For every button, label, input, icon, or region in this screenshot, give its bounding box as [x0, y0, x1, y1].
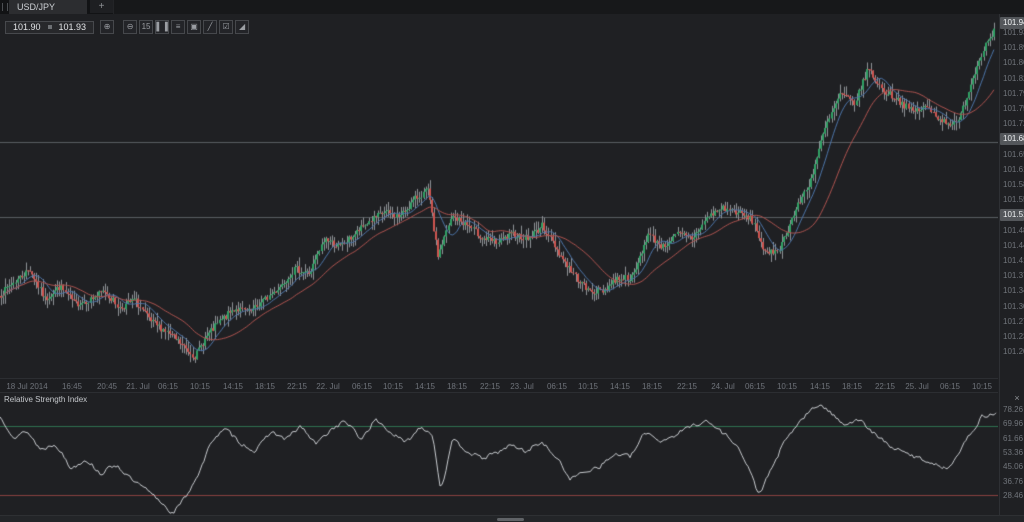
price-axis[interactable]: 101.94 101.93101.89101.86101.82101.79101… [999, 14, 1024, 515]
time-axis-label: 06:15 [352, 382, 372, 391]
price-axis-label: 101.58 [1003, 180, 1024, 190]
time-axis-label: 18:15 [447, 382, 467, 391]
trading-app-window: USD/JPY + 101.90 101.93 ⊕ ⊖ 15 ▌▐ ≡ [0, 0, 1024, 522]
time-axis-label: 06:15 [158, 382, 178, 391]
time-axis-label: 22:15 [480, 382, 500, 391]
time-axis-label: 22. Jul [316, 382, 340, 391]
time-axis-label: 20:45 [97, 382, 117, 391]
rsi-axis-label: 53.36 [1003, 448, 1023, 458]
time-axis-label: 23. Jul [510, 382, 534, 391]
price-axis-label: 101.44 [1003, 241, 1024, 251]
price-axis-label: 101.48 [1003, 226, 1024, 236]
plus-icon: + [99, 1, 105, 12]
time-axis-label: 10:15 [383, 382, 403, 391]
price-axis-label: 101.20 [1003, 347, 1024, 357]
toolbar-buttons: ⊕ ⊖ 15 ▌▐ ≡ ▣ ╱ ☑ ◢ [100, 20, 249, 34]
time-axis-label: 25. Jul [905, 382, 929, 391]
price-axis-label: 101.27 [1003, 317, 1024, 327]
price-axis-label: 101.93 [1003, 28, 1024, 38]
time-axis-label: 10:15 [190, 382, 210, 391]
timeframe-button[interactable]: 15 [139, 20, 153, 34]
price-axis-label: 101.75 [1003, 104, 1024, 114]
rsi-title: Relative Strength Index [4, 395, 87, 404]
rsi-axis-label: 61.66 [1003, 434, 1023, 444]
time-axis-label: 06:15 [547, 382, 567, 391]
time-axis-label: 16:45 [62, 382, 82, 391]
rsi-panel: Relative Strength Index [0, 392, 998, 516]
time-axis-label: 06:15 [745, 382, 765, 391]
price-axis-label: 101.79 [1003, 89, 1024, 99]
ask-price: 101.93 [59, 22, 87, 32]
screenshot-button[interactable]: ▣ [187, 20, 201, 34]
time-axis-label: 14:15 [810, 382, 830, 391]
time-axis-label: 18:15 [255, 382, 275, 391]
price-axis-label: 101.61 [1003, 165, 1024, 175]
tab-label: USD/JPY [17, 2, 55, 12]
tab-drag-grip-icon [2, 3, 8, 11]
time-axis-label: 22:15 [677, 382, 697, 391]
time-axis-label: 14:15 [223, 382, 243, 391]
price-axis-label: 101.68 [1000, 133, 1024, 145]
price-axis-label: 101.41 [1003, 256, 1024, 266]
time-axis-label: 14:15 [610, 382, 630, 391]
time-axis-label: 21. Jul [126, 382, 150, 391]
price-axis-label: 101.30 [1003, 302, 1024, 312]
scrollbar-thumb[interactable] [497, 518, 524, 521]
chart-type-button[interactable]: ▌▐ [155, 20, 169, 34]
zoom-in-button[interactable]: ⊕ [100, 20, 114, 34]
draw-line-button[interactable]: ╱ [203, 20, 217, 34]
time-axis[interactable]: 18 Jul 2014 16:45 20:45 21. Jul 06:15 10:15 14… [0, 378, 998, 393]
price-axis-label: 101.37 [1003, 271, 1024, 281]
rsi-axis-label: 45.06 [1003, 462, 1023, 472]
indicator-list-button[interactable]: ≡ [171, 20, 185, 34]
tab-usdjpy[interactable]: USD/JPY [9, 0, 87, 14]
time-axis-label: 10:15 [972, 382, 992, 391]
time-axis-label: 18 Jul 2014 [6, 382, 47, 391]
price-axis-label: 101.72 [1003, 119, 1024, 129]
tab-bar-empty-space [113, 0, 1024, 14]
time-axis-label: 14:15 [415, 382, 435, 391]
rsi-axis-label: 28.46 [1003, 491, 1023, 501]
time-axis-label: 10:15 [777, 382, 797, 391]
new-tab-button[interactable]: + [90, 0, 113, 13]
price-axis-label: 101.89 [1003, 43, 1024, 53]
price-axis-label: 101.51 [1000, 209, 1024, 221]
price-axis-label: 101.23 [1003, 332, 1024, 342]
tab-bar: USD/JPY + [0, 0, 1024, 14]
rsi-axis-label: 78.26 [1003, 405, 1023, 415]
chart-settings-button[interactable]: ☑ [219, 20, 233, 34]
time-axis-label: 06:15 [940, 382, 960, 391]
close-icon: × [1014, 393, 1019, 403]
chart-toolbar: 101.90 101.93 ⊕ ⊖ 15 ▌▐ ≡ ▣ ╱ ☑ ◢ [5, 20, 249, 34]
bid-price: 101.90 [13, 22, 41, 32]
rsi-axis-label: 36.76 [1003, 477, 1023, 487]
time-axis-label: 22:15 [287, 382, 307, 391]
rsi-close-button[interactable]: × [1012, 393, 1022, 403]
zoom-out-button[interactable]: ⊖ [123, 20, 137, 34]
quote-separator-icon [48, 25, 52, 29]
rsi-chart-canvas[interactable] [0, 393, 998, 516]
horizontal-scrollbar[interactable] [0, 515, 1024, 522]
price-axis-label: 101.82 [1003, 74, 1024, 84]
time-axis-label: 18:15 [642, 382, 662, 391]
bid-ask-quote[interactable]: 101.90 101.93 [5, 21, 94, 34]
time-axis-label: 22:15 [875, 382, 895, 391]
rsi-axis-label: 69.96 [1003, 419, 1023, 429]
price-axis-label: 101.65 [1003, 150, 1024, 160]
edit-tool-button[interactable]: ◢ [235, 20, 249, 34]
price-axis-label: 101.55 [1003, 195, 1024, 205]
price-axis-label: 101.34 [1003, 286, 1024, 296]
price-axis-label: 101.86 [1003, 58, 1024, 68]
time-axis-label: 18:15 [842, 382, 862, 391]
price-chart-canvas[interactable] [0, 14, 998, 378]
time-axis-label: 10:15 [578, 382, 598, 391]
time-axis-label: 24. Jul [711, 382, 735, 391]
